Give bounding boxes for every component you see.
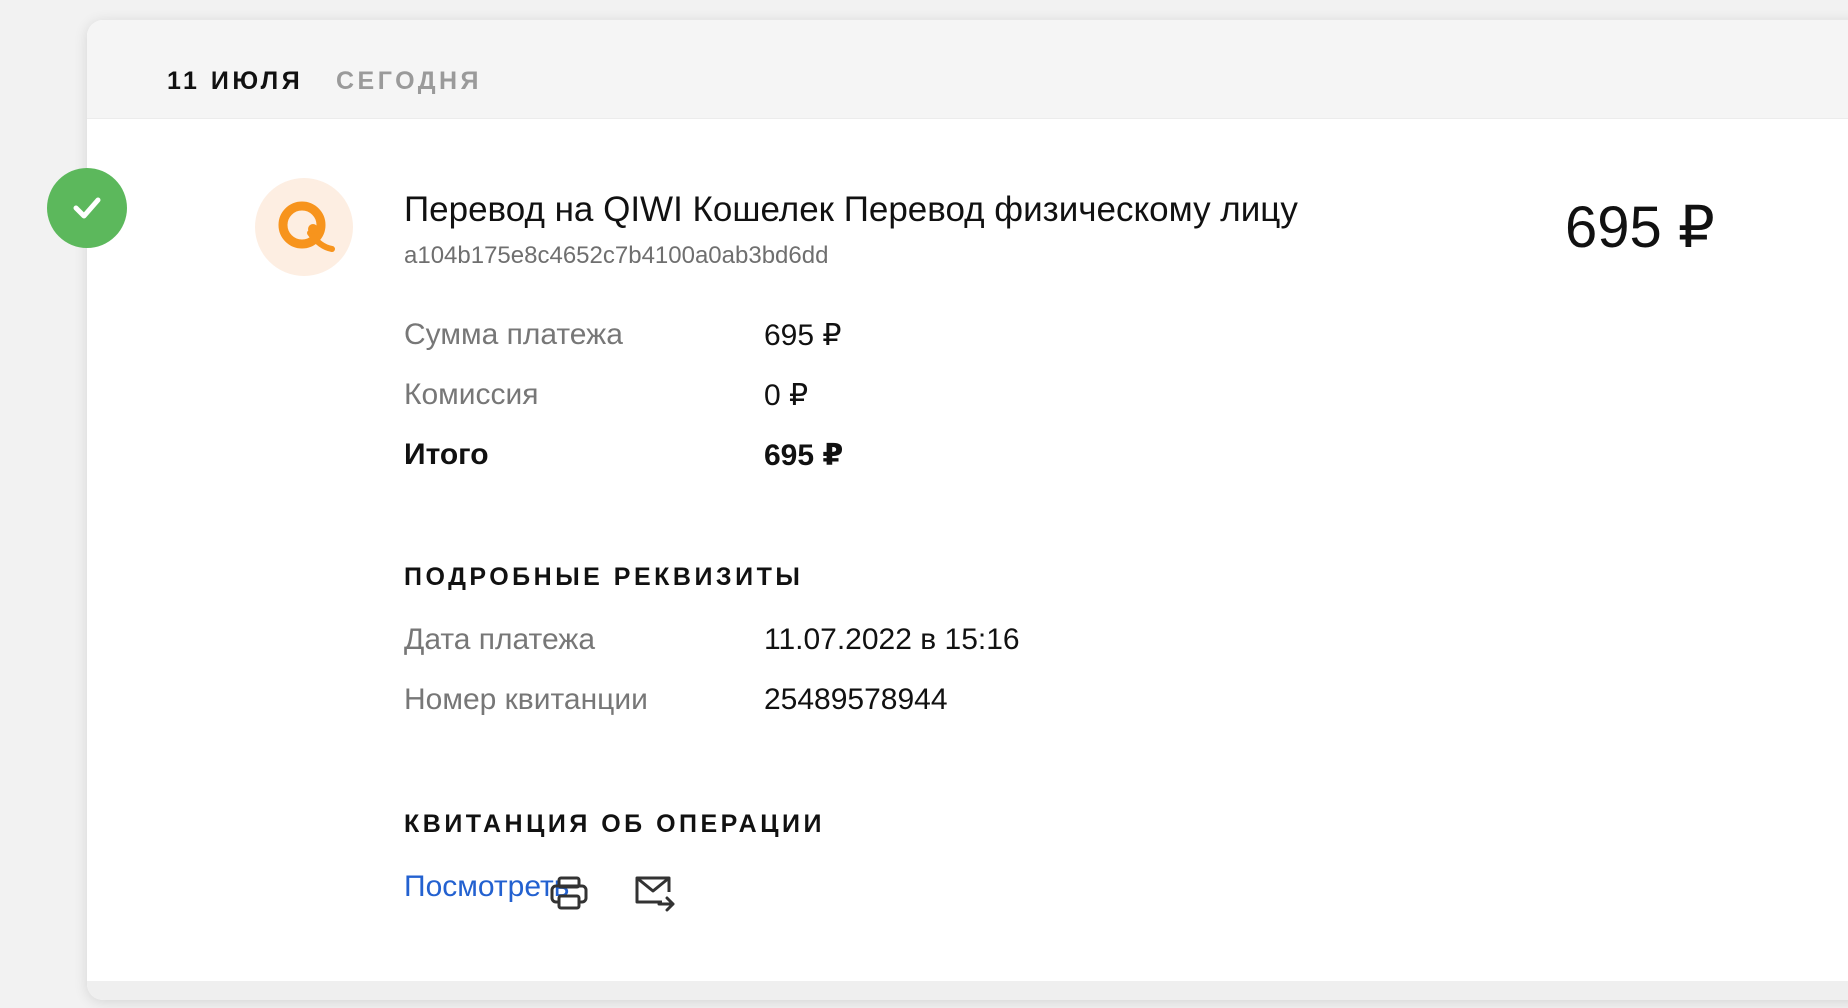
view-receipt-link[interactable]: Посмотреть: [404, 870, 569, 904]
total-label: Итого: [404, 438, 489, 471]
sum-label: Сумма платежа: [404, 318, 623, 351]
details-section-title: ПОДРОБНЫЕ РЕКВИЗИТЫ: [404, 563, 804, 591]
payment-title: Перевод на QIWI Кошелек Перевод физическ…: [404, 190, 1298, 229]
sum-value: 695 ₽: [764, 319, 842, 352]
checkmark-icon: [47, 168, 127, 248]
commission-label: Комиссия: [404, 378, 539, 411]
card-footer-strip: [87, 981, 1848, 1000]
printer-icon[interactable]: [547, 871, 591, 915]
receipt-number-label: Номер квитанции: [404, 683, 648, 716]
transaction-id: a104b175e8c4652c7b4100a0ab3bd6dd: [404, 242, 829, 269]
payment-date-label: Дата платежа: [404, 623, 596, 656]
payment-amount: 695 ₽: [1565, 195, 1715, 260]
qiwi-logo-icon: [255, 178, 353, 276]
relative-day-label: СЕГОДНЯ: [336, 67, 483, 95]
card-header: 11 ИЮЛЯ СЕГОДНЯ: [87, 20, 1848, 119]
payment-card: 11 ИЮЛЯ СЕГОДНЯ Перевод на QIWI Кошелек …: [87, 20, 1848, 1000]
receipt-section-title: КВИТАНЦИЯ ОБ ОПЕРАЦИИ: [404, 810, 825, 838]
receipt-number-value: 25489578944: [764, 683, 948, 716]
total-value: 695 ₽: [764, 439, 844, 472]
date-label: 11 ИЮЛЯ: [167, 67, 304, 95]
commission-value: 0 ₽: [764, 379, 809, 412]
mail-forward-icon[interactable]: [633, 871, 677, 915]
payment-date-value: 11.07.2022 в 15:16: [764, 623, 1020, 656]
